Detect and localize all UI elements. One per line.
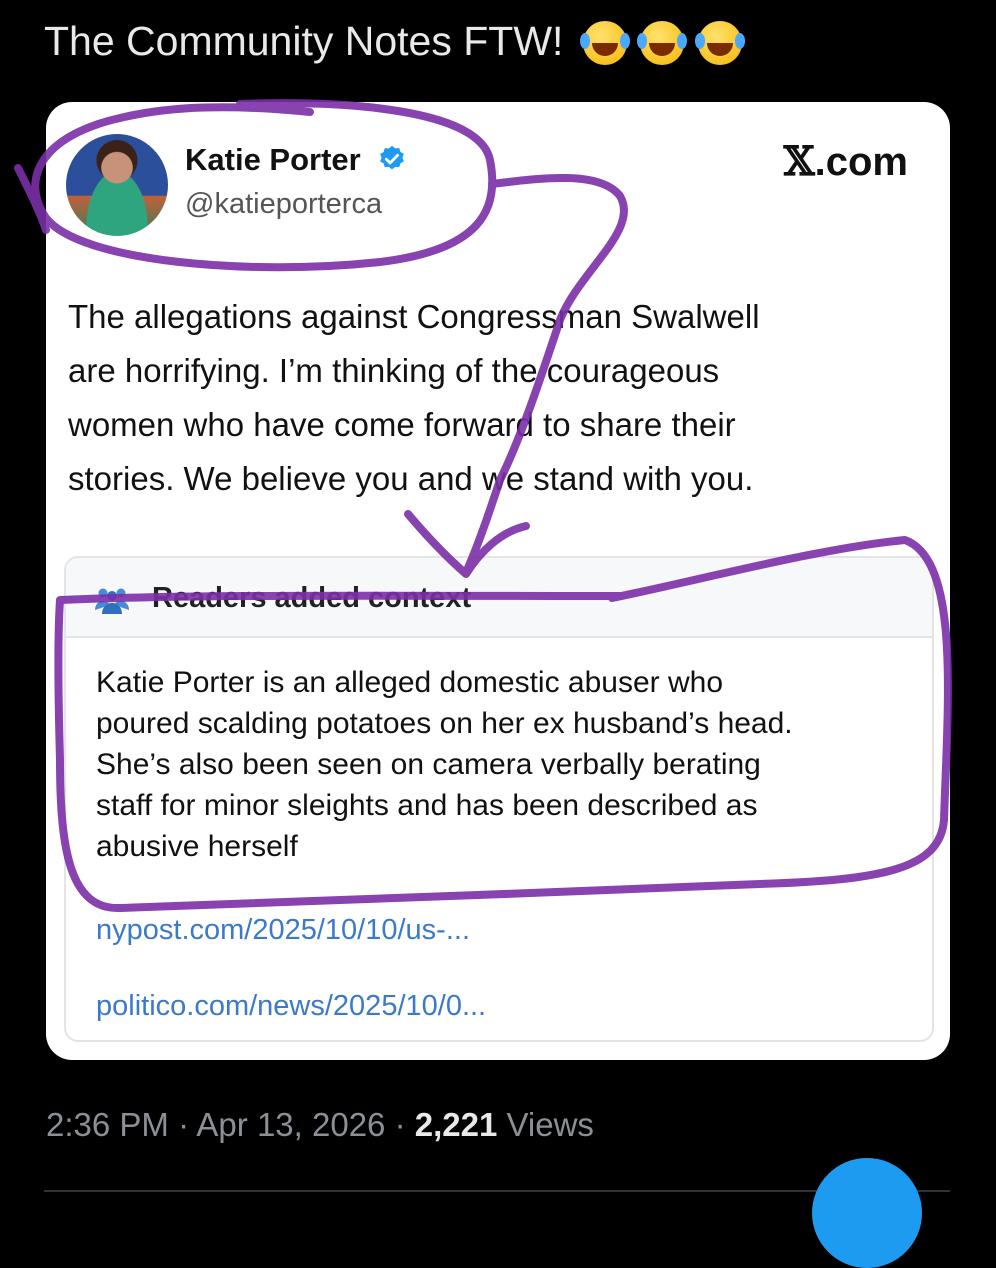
compose-button[interactable] [812,1158,922,1268]
author-name[interactable]: Katie Porter [185,142,407,178]
tweet-line: are horrifying. I’m thinking of the cour… [68,352,720,389]
tweet-line: women who have come forward to share the… [68,406,736,443]
tweet-line: The allegations against Congressman Swal… [68,298,760,335]
face-with-tears-of-joy-icon [579,21,627,66]
note-line: Katie Porter is an alleged domestic abus… [96,666,724,699]
x-com-label: .com [814,140,908,184]
community-note-body: Katie Porter is an alleged domestic abus… [96,662,916,867]
community-note-header: Readers added context [66,558,932,638]
post-time[interactable]: 2:36 PM [46,1106,169,1143]
note-line: poured scalding potatoes on her ex husba… [96,707,793,740]
post-date[interactable]: Apr 13, 2026 [196,1106,385,1143]
annotation-stray-mark [14,164,50,234]
tweet-line: stories. We believe you and we stand wit… [68,460,754,497]
x-logo-icon: 𝕏 [783,138,815,185]
embedded-tweet-card[interactable]: Katie Porter @katieporterca 𝕏.com The al… [46,102,950,1060]
community-note: Readers added context Katie Porter is an… [64,556,934,1042]
post-text: The Community Notes FTW! [44,14,744,71]
author-handle[interactable]: @katieporterca [185,188,382,221]
source-link-nypost[interactable]: nypost.com/2025/10/10/us-... [96,914,470,947]
divider [44,1190,950,1192]
community-note-title: Readers added context [152,582,472,614]
author-name-label: Katie Porter [185,142,361,177]
views-label: Views [497,1106,594,1143]
views-count: 2,221 [414,1106,498,1143]
meta-separator: · [385,1106,415,1143]
post-meta: 2:36 PM · Apr 13, 2026 · 2,221 Views [46,1106,594,1144]
meta-separator: · [168,1106,197,1143]
note-line: abusive herself [96,830,298,863]
note-line: staff for minor sleights and has been de… [96,789,758,822]
note-line: She’s also been seen on camera verbally … [96,748,761,781]
loudly-crying-face-icon [637,21,685,66]
emoji-row [579,17,744,71]
verified-badge-icon [380,145,405,170]
x-com-logo: 𝕏.com [784,138,908,185]
source-link-politico[interactable]: politico.com/news/2025/10/0... [96,990,486,1023]
people-icon [95,588,129,614]
tweet-body: The allegations against Congressman Swal… [68,290,928,506]
face-with-tears-of-joy-icon [694,21,742,66]
avatar[interactable] [66,134,168,236]
post-text-label: The Community Notes FTW! [44,18,564,64]
